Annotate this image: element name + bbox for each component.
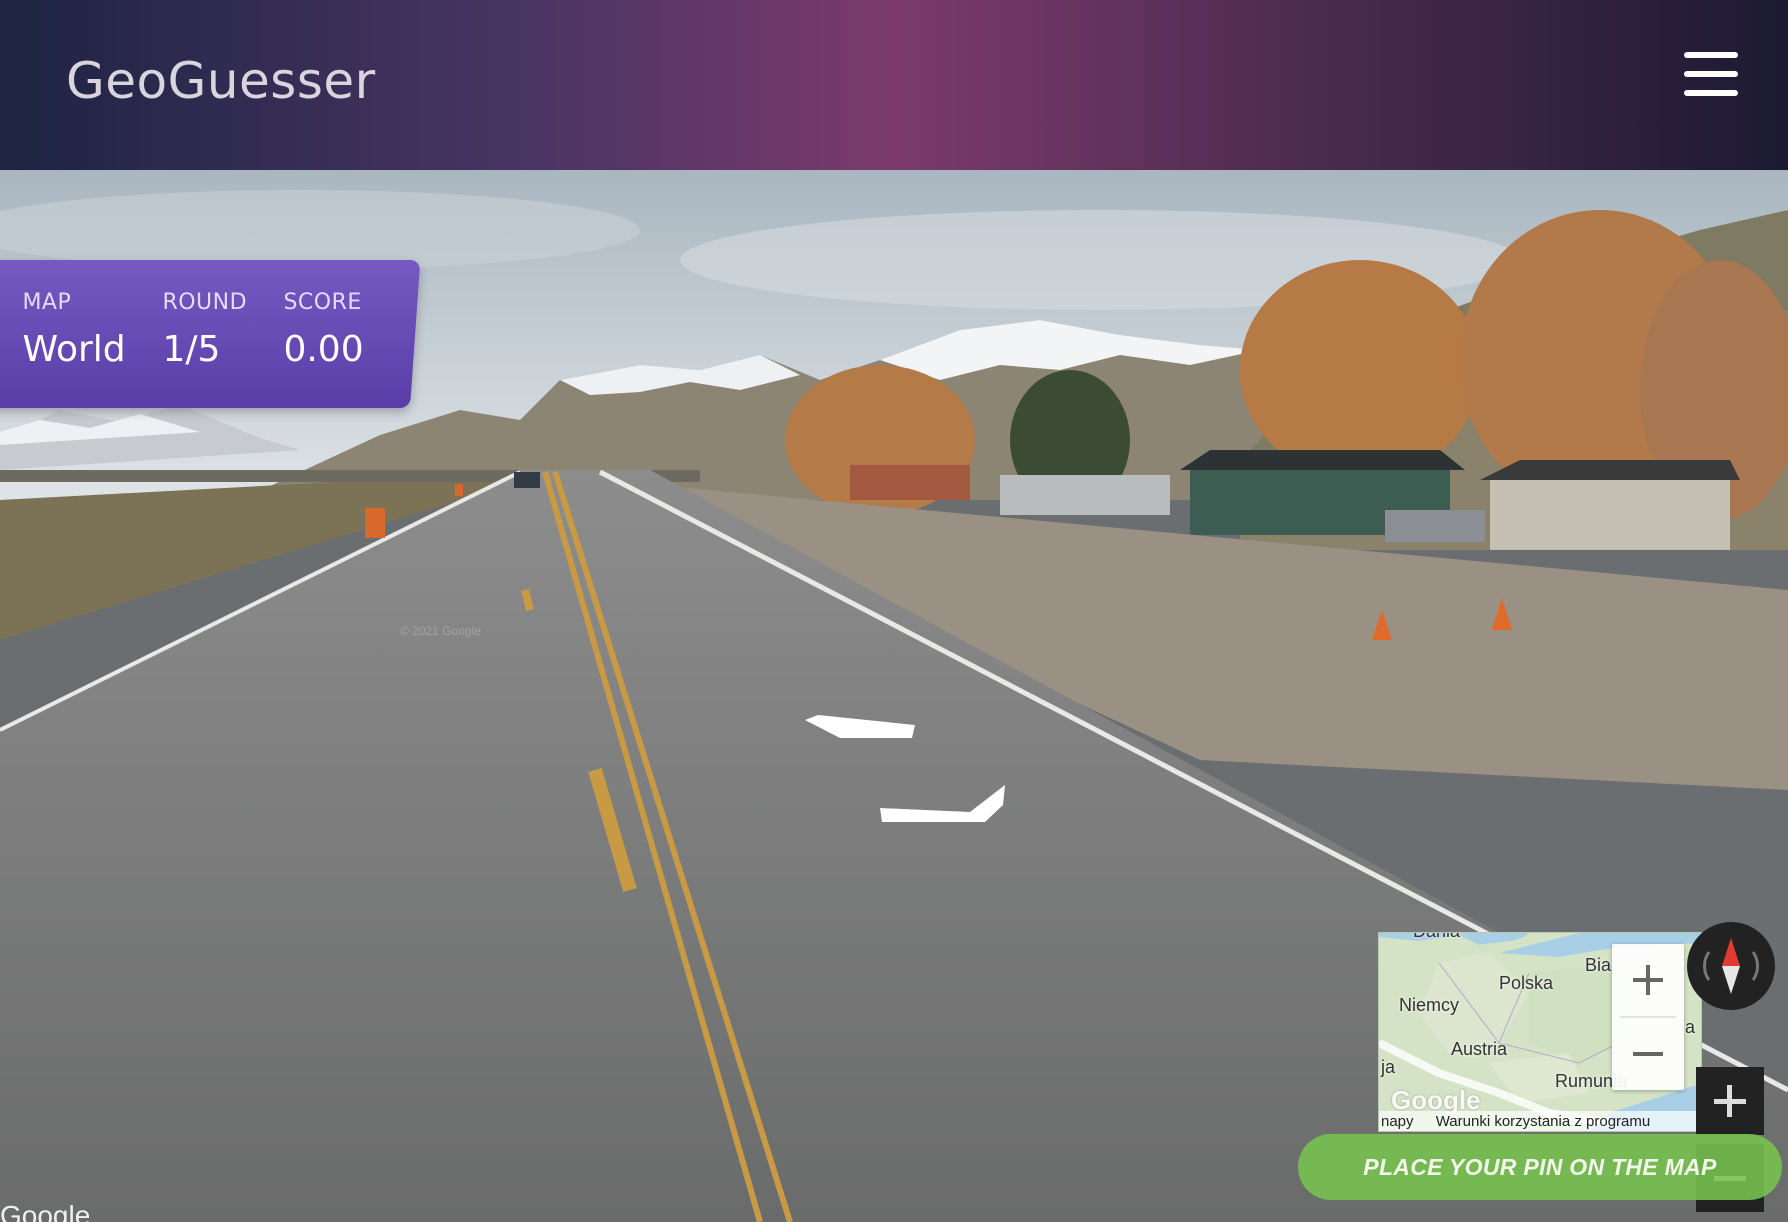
map-label-ja: ja — [1381, 1057, 1396, 1077]
map-zoom-controls — [1612, 944, 1684, 1090]
map-data-link[interactable]: napy — [1381, 1113, 1414, 1130]
map-footer: napy Warunki korzystania z programu — [1379, 1111, 1701, 1131]
plus-icon-vertical — [1727, 1085, 1732, 1117]
score-value: 0.00 — [283, 329, 364, 370]
map-label-niemcy: Niemcy — [1399, 995, 1460, 1015]
street-view-zoom-in-button[interactable] — [1696, 1067, 1764, 1135]
score-stat: SCORE 0.00 — [283, 290, 363, 370]
score-label: SCORE — [283, 290, 362, 315]
menu-bar-line — [1684, 71, 1738, 77]
map-label-bia: Bia — [1585, 955, 1612, 975]
map-terms-link[interactable]: Warunki korzystania z programu — [1436, 1113, 1651, 1130]
map-label-polska: Polska — [1499, 973, 1554, 993]
round-value: 1/5 — [162, 329, 221, 370]
plus-icon-vertical — [1646, 965, 1650, 995]
traffic-barrel — [365, 508, 385, 538]
map-zoom-out-button[interactable] — [1612, 1018, 1684, 1090]
top-navigation-bar: GeoGuesser — [0, 0, 1788, 170]
menu-bar-line — [1684, 90, 1738, 96]
app-logo[interactable]: GeoGuesser — [66, 52, 376, 110]
compass-icon[interactable] — [1687, 922, 1775, 1010]
place-pin-button[interactable]: PLACE YOUR PIN ON THE MAP — [1298, 1134, 1782, 1200]
game-status-panel: MAP World ROUND 1/5 SCORE 0.00 — [0, 260, 421, 408]
map-label-a: a — [1685, 1017, 1696, 1037]
street-view-google-logo: Google — [0, 1200, 91, 1222]
map-label-austria: Austria — [1451, 1039, 1508, 1059]
round-label: ROUND — [162, 290, 248, 315]
hamburger-menu-icon[interactable] — [1684, 52, 1738, 96]
map-zoom-in-button[interactable] — [1612, 944, 1684, 1016]
round-stat: ROUND 1/5 — [162, 290, 247, 370]
menu-bar-line — [1684, 52, 1738, 58]
map-label: MAP — [22, 290, 72, 315]
map-label-dania: Dania — [1413, 933, 1460, 942]
minus-icon — [1633, 1052, 1663, 1056]
map-value: World — [22, 329, 126, 370]
distant-car — [514, 472, 540, 488]
street-view-watermark: © 2021 Google — [400, 624, 481, 638]
map-stat: MAP World — [22, 290, 125, 370]
